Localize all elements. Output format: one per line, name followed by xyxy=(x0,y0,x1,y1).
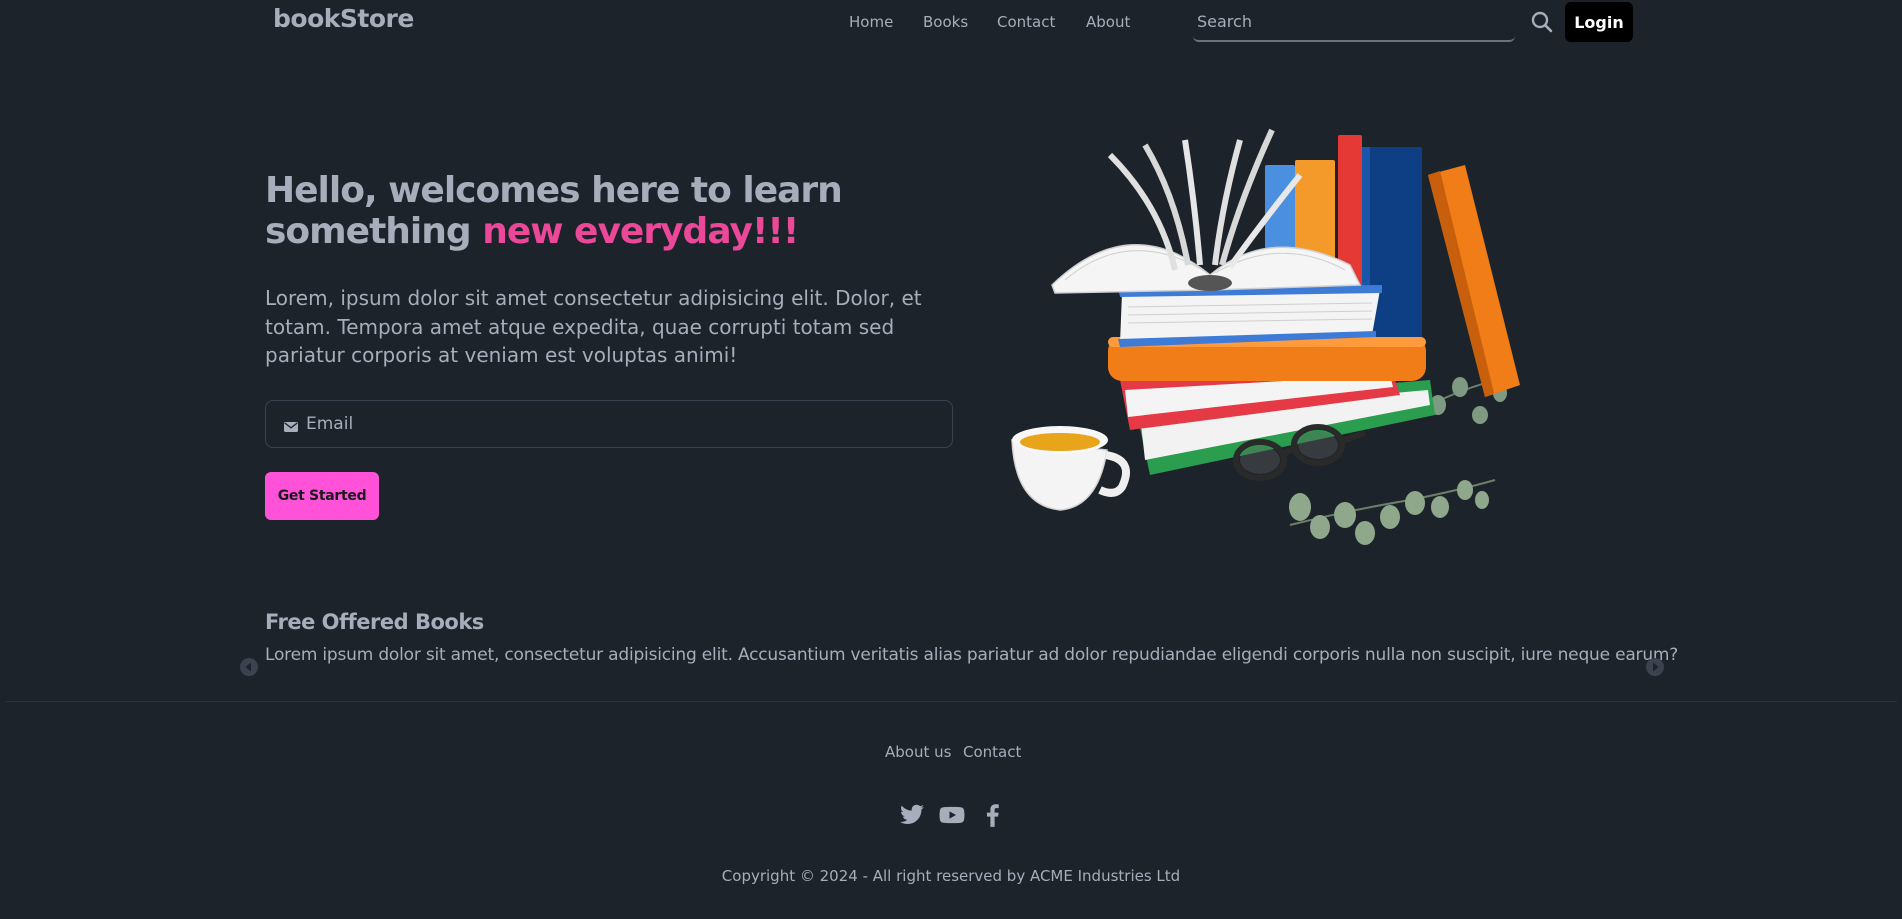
footer-link-about-us[interactable]: About us xyxy=(885,743,951,761)
nav-link-contact[interactable]: Contact xyxy=(997,13,1055,31)
nav-link-about[interactable]: About xyxy=(1086,13,1130,31)
login-button[interactable]: Login xyxy=(1565,2,1633,42)
youtube-icon[interactable] xyxy=(939,802,965,828)
copyright-text: Copyright © 2024 - All right reserved by… xyxy=(721,867,1181,885)
chevron-left-icon xyxy=(245,662,251,672)
page: bookStore Home Books Contact About Login… xyxy=(0,0,1902,919)
free-books-title: Free Offered Books xyxy=(265,610,484,634)
footer-link-contact[interactable]: Contact xyxy=(963,743,1021,761)
chevron-right-icon xyxy=(1653,662,1659,672)
email-input[interactable] xyxy=(306,401,936,447)
facebook-icon[interactable] xyxy=(980,802,1006,828)
nav-link-books[interactable]: Books xyxy=(923,13,968,31)
get-started-button[interactable]: Get Started xyxy=(265,472,379,520)
nav-link-home[interactable]: Home xyxy=(849,13,893,31)
search-box xyxy=(1193,3,1515,42)
search-input[interactable] xyxy=(1193,3,1515,40)
hero-title: Hello, welcomes here to learn something … xyxy=(265,170,885,252)
navbar: bookStore Home Books Contact About Login xyxy=(0,0,1902,43)
mail-icon xyxy=(284,418,298,432)
search-icon[interactable] xyxy=(1530,10,1554,34)
footer-divider xyxy=(5,701,1897,702)
carousel-prev-button[interactable] xyxy=(240,658,258,676)
email-field-wrapper xyxy=(265,400,953,448)
carousel-next-button[interactable] xyxy=(1646,658,1664,676)
books-illustration xyxy=(1010,115,1530,555)
hero-title-accent: new everyday!!! xyxy=(482,211,799,252)
brand-logo[interactable]: bookStore xyxy=(273,4,414,33)
free-books-description: Lorem ipsum dolor sit amet, consectetur … xyxy=(265,645,1679,665)
hero-description: Lorem, ipsum dolor sit amet consectetur … xyxy=(265,286,922,367)
twitter-icon[interactable] xyxy=(899,802,925,828)
